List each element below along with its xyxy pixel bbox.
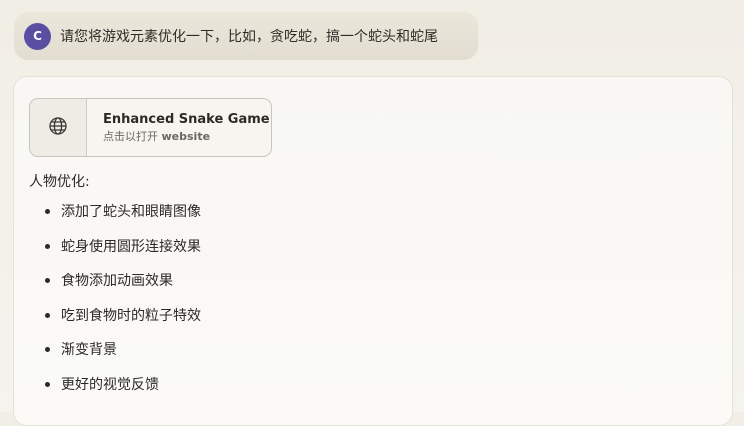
artifact-subtitle: 点击以打开 website xyxy=(103,129,270,144)
list-item-text: 蛇身使用圆形连接效果 xyxy=(61,238,201,255)
list-item-text: 更好的视觉反馈 xyxy=(61,376,159,393)
artifact-text: Enhanced Snake Game 点击以打开 website xyxy=(87,99,270,156)
list-item-text: 渐变背景 xyxy=(61,342,117,359)
list-item-text: 吃到食物时的粒子特效 xyxy=(61,307,201,324)
bullet-dot xyxy=(45,278,50,284)
bullet-dot xyxy=(45,381,50,387)
list-item-text: 添加了蛇头和眼睛图像 xyxy=(61,204,201,220)
list-item-text: 食物添加动画效果 xyxy=(61,273,173,290)
list-item: 添加了蛇头和眼睛图像 xyxy=(29,201,201,236)
list-item: 渐变背景 xyxy=(29,339,201,374)
list-item: 吃到食物时的粒子特效 xyxy=(29,305,201,340)
bullet-dot xyxy=(45,209,50,214)
globe-icon xyxy=(48,116,68,140)
artifact-title: Enhanced Snake Game xyxy=(103,112,270,127)
artifact-icon-box xyxy=(30,99,87,156)
bullet-dot xyxy=(45,312,50,318)
artifact-card[interactable]: Enhanced Snake Game 点击以打开 website xyxy=(29,98,272,157)
user-message-text: 请您将游戏元素优化一下，比如，贪吃蛇，搞一个蛇头和蛇尾 xyxy=(60,29,438,45)
list-item: 蛇身使用圆形连接效果 xyxy=(29,236,201,271)
bullet-dot xyxy=(45,243,50,249)
response-bullet-list: 添加了蛇头和眼睛图像 蛇身使用圆形连接效果 食物添加动画效果 吃到食物时的粒子特… xyxy=(29,201,201,409)
bullet-dot xyxy=(45,347,50,353)
response-heading: 人物优化: xyxy=(29,174,90,190)
user-message: C 请您将游戏元素优化一下，比如，贪吃蛇，搞一个蛇头和蛇尾 xyxy=(14,12,478,60)
assistant-response: Enhanced Snake Game 点击以打开 website 人物优化: … xyxy=(13,76,733,426)
artifact-open-hint: 点击以打开 xyxy=(103,130,158,143)
artifact-kind: website xyxy=(161,130,211,143)
list-item: 更好的视觉反馈 xyxy=(29,374,201,409)
user-avatar[interactable]: C xyxy=(24,22,51,50)
list-item: 食物添加动画效果 xyxy=(29,270,201,305)
